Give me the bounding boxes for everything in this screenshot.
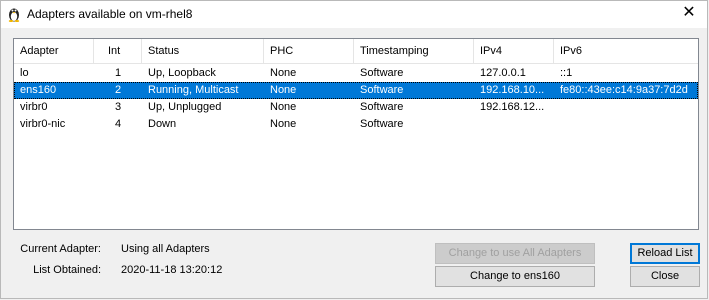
cell-int: 3 <box>114 101 122 113</box>
cell-timestamping: Software <box>360 101 404 113</box>
list-obtained-label: List Obtained: <box>33 264 101 276</box>
cell-phc: None <box>270 84 297 96</box>
cell-adapter: virbr0 <box>20 101 48 113</box>
cell-ipv6: fe80::43ee:c14:9a37:7d2d <box>560 84 688 96</box>
table-row[interactable]: virbr0-nic 4 Down None Software <box>14 116 698 133</box>
cell-phc: None <box>270 118 297 130</box>
cell-phc: None <box>270 101 297 113</box>
table-row[interactable]: lo 1 Up, Loopback None Software 127.0.0.… <box>14 65 698 82</box>
cell-int: 4 <box>114 118 122 130</box>
close-icon[interactable]: ✕ <box>681 5 697 21</box>
cell-phc: None <box>270 67 297 79</box>
table-row[interactable]: virbr0 3 Up, Unplugged None Software 192… <box>14 99 698 116</box>
cell-ipv4: 192.168.12... <box>480 101 545 113</box>
column-header-ipv4[interactable]: IPv4 <box>474 39 554 63</box>
cell-ipv4: 192.168.10... <box>480 84 545 96</box>
current-adapter-label: Current Adapter: <box>20 243 101 255</box>
cell-ipv6 <box>554 116 698 133</box>
linux-penguin-icon <box>8 8 20 22</box>
cell-status: Up, Unplugged <box>148 101 222 113</box>
cell-timestamping: Software <box>360 67 404 79</box>
cell-status: Down <box>148 118 177 130</box>
column-header-phc[interactable]: PHC <box>264 39 354 63</box>
current-adapter-value: Using all Adapters <box>121 243 210 255</box>
adapters-dialog: Adapters available on vm-rhel8 ✕ Adapter… <box>0 0 708 299</box>
cell-timestamping: Software <box>360 118 404 130</box>
change-to-all-adapters-button[interactable]: Change to use All Adapters <box>435 243 595 264</box>
cell-status: Running, Multicast <box>148 84 239 96</box>
cell-adapter: virbr0-nic <box>20 118 66 130</box>
change-to-adapter-button[interactable]: Change to ens160 <box>435 266 595 287</box>
list-obtained-value: 2020-11-18 13:20:12 <box>121 264 223 276</box>
close-button[interactable]: Close <box>630 266 700 287</box>
cell-status: Up, Loopback <box>148 67 216 79</box>
cell-ipv6 <box>554 99 698 116</box>
cell-int: 2 <box>114 84 122 96</box>
column-header-adapter[interactable]: Adapter <box>14 39 94 63</box>
cell-ipv4 <box>474 116 554 133</box>
column-header-int[interactable]: Int <box>94 39 142 63</box>
cell-adapter: ens160 <box>20 84 57 96</box>
list-header: Adapter Int Status PHC Timestamping IPv4… <box>14 39 698 64</box>
reload-list-button[interactable]: Reload List <box>630 243 700 264</box>
column-header-ipv6[interactable]: IPv6 <box>554 39 698 63</box>
cell-adapter: lo <box>20 67 29 79</box>
cell-ipv4: 127.0.0.1 <box>480 67 526 79</box>
cell-ipv6: ::1 <box>560 67 573 79</box>
cell-timestamping: Software <box>360 84 404 96</box>
cell-int: 1 <box>114 67 122 79</box>
adapters-list[interactable]: Adapter Int Status PHC Timestamping IPv4… <box>13 38 699 230</box>
column-header-status[interactable]: Status <box>142 39 264 63</box>
title-bar: Adapters available on vm-rhel8 ✕ <box>1 1 707 28</box>
column-header-timestamping[interactable]: Timestamping <box>354 39 474 63</box>
window-title: Adapters available on vm-rhel8 <box>27 7 193 21</box>
table-row-selected[interactable]: ens160 2 Running, Multicast None Softwar… <box>14 82 698 99</box>
